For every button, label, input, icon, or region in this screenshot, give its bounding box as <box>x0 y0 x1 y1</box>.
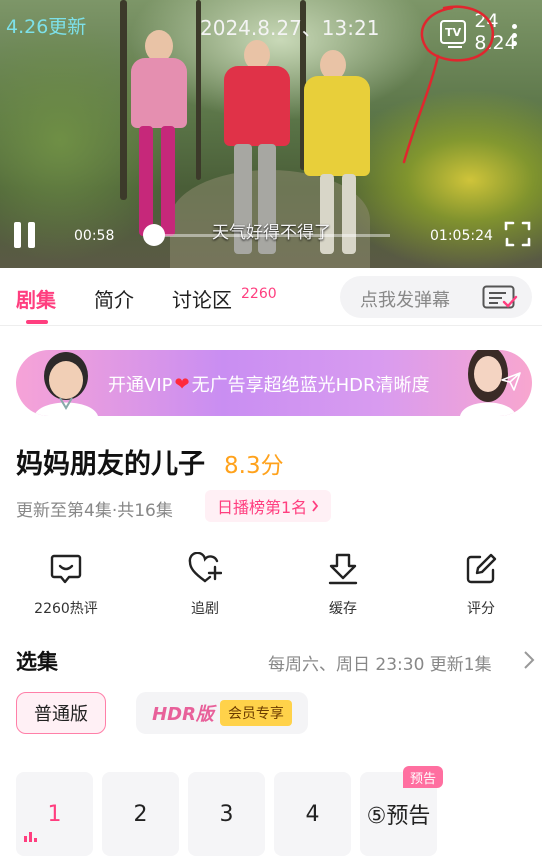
vip-banner-text: 开通VIP ❤ 无广告享超绝蓝光HDR清晰度 <box>108 371 429 397</box>
episode-item[interactable]: 1 <box>16 772 93 856</box>
top-right-text: 24 8.24 <box>474 10 517 54</box>
episode-item[interactable]: 4 <box>274 772 351 856</box>
current-time: 00:58 <box>74 228 115 244</box>
follow-button[interactable]: 追剧 <box>155 552 255 618</box>
episode-number: 4 <box>305 801 320 827</box>
show-score: 8.3分 <box>224 453 284 479</box>
video-frame-tree <box>120 0 127 200</box>
show-title: 妈妈朋友的儿子 <box>16 449 205 480</box>
more-options-icon[interactable] <box>512 24 518 46</box>
vip-text-before: 开通VIP <box>108 375 173 396</box>
timestamp-text: 2024.8.27、13:21 <box>200 16 380 40</box>
hdr-label: HDR版 <box>152 704 214 725</box>
version-normal-button[interactable]: 普通版 <box>16 692 106 734</box>
content-tabs: 剧集 简介 讨论区 2260 点我发弹幕 <box>0 268 542 326</box>
vip-text-after: 无广告享超绝蓝光HDR清晰度 <box>191 375 430 396</box>
action-label: 缓存 <box>329 601 357 617</box>
danmu-input[interactable]: 点我发弹幕 <box>340 276 532 318</box>
pause-button[interactable] <box>14 222 40 248</box>
episode-number: ⑤预告 <box>366 804 431 829</box>
progress-knob[interactable] <box>143 224 165 246</box>
action-label: 评分 <box>467 601 495 617</box>
download-icon <box>328 553 358 585</box>
rank-text: 日播榜第1名 <box>217 498 308 517</box>
danmu-settings-icon[interactable] <box>482 285 518 309</box>
heart-icon: ❤ <box>174 373 190 395</box>
tv-icon-label: TV <box>445 25 462 39</box>
vip-banner-avatar-left <box>34 352 98 416</box>
vip-only-badge: 会员专享 <box>219 700 292 726</box>
rate-button[interactable]: 评分 <box>431 552 531 618</box>
episodes-section-title: 选集 <box>16 650 58 674</box>
rank-badge[interactable]: 日播榜第1名 <box>205 490 332 522</box>
playing-bars-icon <box>24 832 37 842</box>
video-subtitle: 天气好得不得了 <box>212 223 331 243</box>
action-label: 追剧 <box>191 601 219 617</box>
chevron-right-icon <box>312 500 319 512</box>
fullscreen-icon[interactable] <box>504 220 532 248</box>
tab-intro[interactable]: 简介 <box>94 284 134 313</box>
video-player[interactable]: 4.26更新 2024.8.27、13:21 TV 24 8.24 天气好得不得… <box>0 0 542 268</box>
discussion-count: 2260 <box>241 286 277 302</box>
tab-episodes[interactable]: 剧集 <box>16 284 56 313</box>
tv-cast-icon[interactable]: TV <box>440 20 467 48</box>
episode-number: 2 <box>133 801 148 827</box>
action-label: 2260热评 <box>34 601 98 617</box>
comment-icon <box>50 554 82 584</box>
version-hdr-button[interactable]: HDR版 会员专享 <box>136 692 308 734</box>
heart-plus-icon <box>188 552 222 583</box>
tab-discussion[interactable]: 讨论区 <box>172 284 232 313</box>
episode-item[interactable]: 2 <box>102 772 179 856</box>
episode-number: 3 <box>219 801 234 827</box>
cast-area[interactable]: TV 24 8.24 <box>440 10 542 54</box>
chevron-right-icon[interactable] <box>522 650 536 670</box>
preview-tag: 预告 <box>403 766 444 788</box>
duration-time: 01:05:24 <box>430 228 493 244</box>
edit-icon <box>466 553 497 584</box>
episode-item[interactable]: 3 <box>188 772 265 856</box>
hot-comments-button[interactable]: 2260热评 <box>16 552 116 618</box>
tab-active-indicator <box>26 320 48 324</box>
paper-plane-icon <box>501 372 521 391</box>
download-button[interactable]: 缓存 <box>293 552 393 618</box>
update-info: 更新至第4集·共16集 <box>16 501 173 521</box>
vip-banner[interactable]: 开通VIP ❤ 无广告享超绝蓝光HDR清晰度 <box>16 350 532 416</box>
back-text: 4.26更新 <box>6 16 87 38</box>
schedule-text[interactable]: 每周六、周日 23:30 更新1集 <box>268 650 492 675</box>
back-button[interactable]: 4.26更新 <box>6 12 86 39</box>
progress-bar[interactable] <box>150 234 390 237</box>
danmu-placeholder: 点我发弹幕 <box>360 290 450 311</box>
episode-number: 1 <box>47 801 62 827</box>
